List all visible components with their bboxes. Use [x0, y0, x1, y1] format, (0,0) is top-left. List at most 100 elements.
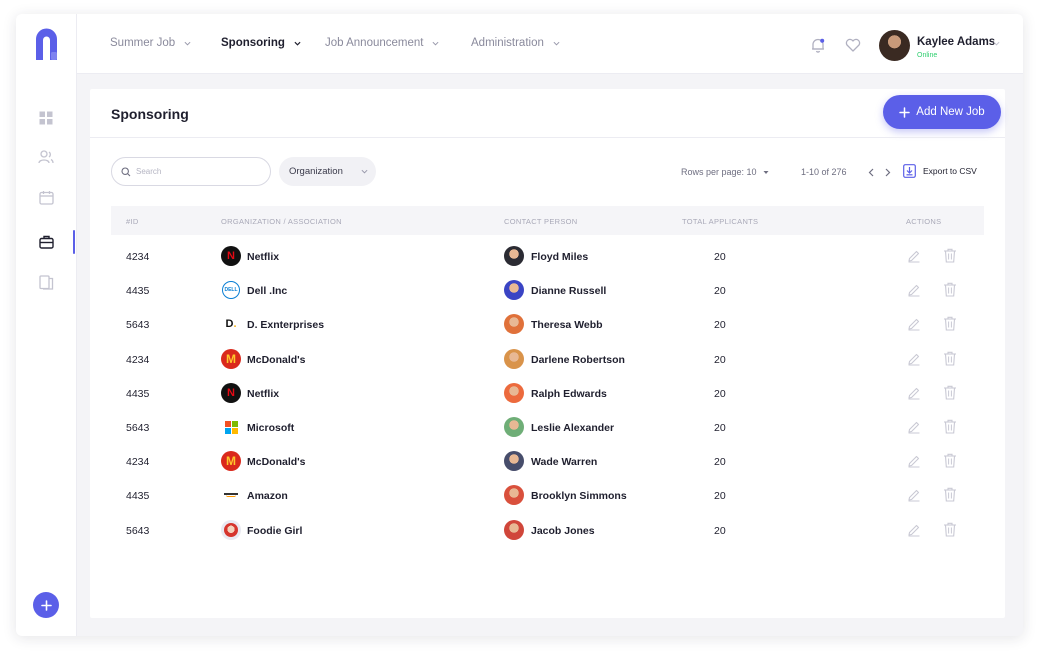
dashboard-icon[interactable] [36, 108, 56, 128]
table-row[interactable]: 5643 Microsoft Leslie Alexander 20 [111, 411, 984, 445]
pagination-range: 1-10 of 276 [801, 167, 847, 177]
contact-name[interactable]: Brooklyn Simmons [531, 490, 627, 502]
chevron-left-icon [868, 168, 874, 177]
organization-name[interactable]: Microsoft [247, 422, 294, 434]
total-applicants: 20 [714, 524, 726, 537]
plus-icon [899, 106, 911, 118]
organization-name[interactable]: Netflix [247, 388, 279, 400]
contact-name[interactable]: Jacob Jones [531, 525, 595, 537]
organization-name[interactable]: Amazon [247, 490, 288, 502]
chevron-down-icon [294, 41, 301, 46]
briefcase-icon[interactable] [36, 232, 56, 252]
heart-icon[interactable] [844, 36, 862, 54]
total-applicants: 20 [714, 387, 726, 400]
export-csv-button[interactable]: Export to CSV [903, 164, 977, 178]
edit-icon[interactable] [907, 352, 921, 366]
organization-name[interactable]: Foodie Girl [247, 525, 302, 537]
trash-icon[interactable] [943, 522, 957, 537]
row-id: 4435 [126, 490, 150, 503]
table-row[interactable]: 5643 Foodie Girl Jacob Jones 20 [111, 514, 984, 548]
trash-icon[interactable] [943, 419, 957, 434]
content-panel: Sponsoring Add New Job Organization Rows… [90, 89, 1005, 618]
trash-icon[interactable] [943, 487, 957, 502]
contact-name[interactable]: Darlene Robertson [531, 354, 625, 366]
contact-avatar [504, 314, 524, 335]
trash-icon[interactable] [943, 282, 957, 297]
contact-avatar [504, 519, 524, 540]
trash-icon[interactable] [943, 385, 957, 400]
next-page-button[interactable] [883, 167, 893, 178]
trash-icon[interactable] [943, 453, 957, 468]
edit-icon[interactable] [907, 317, 921, 331]
table-row[interactable]: 5643 D. D. Exnterprises Theresa Webb 20 [111, 308, 984, 342]
microsoft-logo [221, 417, 241, 437]
table-row[interactable]: 4234 M McDonald's Wade Warren 20 [111, 445, 984, 479]
edit-icon[interactable] [907, 249, 921, 263]
rows-per-page-select[interactable]: Rows per page: 10 [681, 167, 769, 177]
user-avatar[interactable] [879, 30, 910, 61]
organization-name[interactable]: Dell .Inc [247, 285, 287, 297]
table-row[interactable]: 4435 DELL Dell .Inc Dianne Russell 20 [111, 274, 984, 308]
contact-name[interactable]: Floyd Miles [531, 251, 588, 263]
trash-icon[interactable] [943, 351, 957, 366]
table-row[interactable]: 4234 N Netflix Floyd Miles 20 [111, 240, 984, 274]
contact-name[interactable]: Wade Warren [531, 456, 597, 468]
chevron-right-icon [885, 168, 891, 177]
total-applicants: 20 [714, 490, 726, 503]
contact-name[interactable]: Ralph Edwards [531, 388, 607, 400]
calendar-icon[interactable] [36, 187, 56, 207]
edit-icon[interactable] [907, 488, 921, 502]
edit-icon[interactable] [907, 454, 921, 468]
total-applicants: 20 [714, 456, 726, 469]
table-row[interactable]: 4435 N Netflix Ralph Edwards 20 [111, 377, 984, 411]
search-box[interactable] [111, 157, 271, 186]
documents-icon[interactable] [36, 272, 56, 292]
nav-sponsoring[interactable]: Sponsoring [221, 37, 301, 49]
chevron-down-icon [361, 169, 368, 174]
bell-icon[interactable] [809, 36, 827, 54]
row-id: 4234 [126, 251, 150, 263]
chevron-down-icon [553, 41, 560, 46]
edit-icon[interactable] [907, 386, 921, 400]
chevron-down-icon[interactable] [993, 40, 1000, 47]
organization-name[interactable]: McDonald's [247, 456, 306, 468]
table-row[interactable]: 4435 Amazon Brooklyn Simmons 20 [111, 479, 984, 513]
organization-filter[interactable]: Organization [279, 157, 376, 186]
edit-icon[interactable] [907, 523, 921, 537]
contact-name[interactable]: Leslie Alexander [531, 422, 614, 434]
search-input[interactable] [136, 167, 256, 176]
contact-avatar [504, 417, 524, 437]
nav-summer-job[interactable]: Summer Job [110, 37, 191, 49]
contact-name[interactable]: Theresa Webb [531, 319, 603, 331]
prev-page-button[interactable] [866, 167, 876, 178]
nav-administration[interactable]: Administration [471, 37, 560, 49]
users-icon[interactable] [36, 147, 56, 167]
user-name[interactable]: Kaylee Adams [917, 36, 995, 48]
add-button[interactable] [33, 592, 59, 618]
trash-icon[interactable] [943, 316, 957, 331]
app-logo[interactable] [33, 26, 60, 62]
contact-name[interactable]: Dianne Russell [531, 285, 606, 297]
nav-job-announcement[interactable]: Job Announcement [325, 37, 439, 49]
organization-name[interactable]: D. Exnterprises [247, 319, 324, 331]
trash-icon[interactable] [943, 248, 957, 263]
add-new-job-button[interactable]: Add New Job [883, 95, 1001, 129]
foodie-girl-logo [221, 519, 241, 540]
organization-name[interactable]: Netflix [247, 251, 279, 263]
user-status: Online [917, 52, 938, 59]
organization-name[interactable]: McDonald's [247, 354, 306, 366]
row-id: 5643 [126, 319, 150, 332]
top-navigation: Summer Job Sponsoring Job Announcement A… [77, 14, 1023, 74]
header-organization: ORGANIZATION / ASSOCIATION [221, 217, 342, 226]
mcdonalds-logo: M [221, 348, 241, 369]
edit-icon[interactable] [907, 283, 921, 297]
organization-filter-label: Organization [289, 166, 343, 177]
row-id: 4234 [126, 456, 150, 469]
total-applicants: 20 [714, 319, 726, 332]
divider [90, 137, 1005, 138]
sidebar [16, 14, 77, 636]
edit-icon[interactable] [907, 420, 921, 434]
total-applicants: 20 [714, 285, 726, 298]
table-row[interactable]: 4234 M McDonald's Darlene Robertson 20 [111, 343, 984, 377]
header-id: #ID [126, 217, 139, 226]
